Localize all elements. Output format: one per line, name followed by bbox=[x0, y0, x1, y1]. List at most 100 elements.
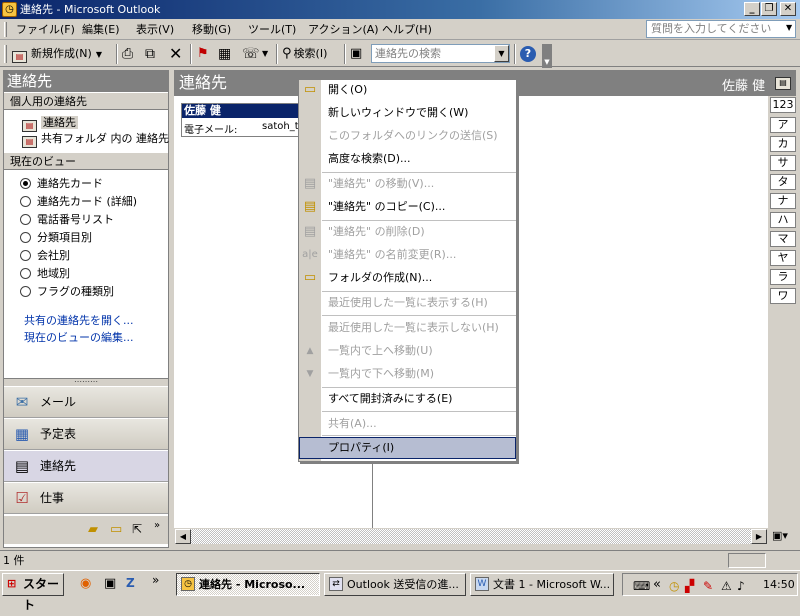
outlook-tray-icon[interactable]: ◷ bbox=[669, 576, 679, 597]
current-view-header[interactable]: 現在のビュー bbox=[4, 152, 168, 170]
menu-properties[interactable]: プロパティ(I) bbox=[328, 438, 394, 458]
customize-current-view-link[interactable]: 現在のビューの編集... bbox=[24, 330, 134, 346]
index-button-ya[interactable]: ヤ bbox=[770, 250, 796, 266]
print-icon[interactable]: ⎙ bbox=[122, 44, 133, 64]
configure-buttons-icon[interactable]: » bbox=[154, 520, 160, 531]
menu-copy-folder[interactable]: "連絡先" のコピー(C)... bbox=[328, 197, 445, 217]
menu-open[interactable]: 開く(O) bbox=[328, 80, 367, 100]
quicklaunch-more-icon[interactable]: » bbox=[152, 573, 159, 587]
index-button-sa[interactable]: サ bbox=[770, 155, 796, 171]
find-button[interactable]: ⚲ 検索(I) bbox=[282, 44, 327, 64]
menu-move-down[interactable]: 一覧内で下へ移動(M) bbox=[328, 364, 434, 384]
index-button-ra[interactable]: ラ bbox=[770, 269, 796, 285]
menubar-grip[interactable] bbox=[4, 22, 7, 37]
delete-icon[interactable]: ✕ bbox=[169, 44, 182, 64]
nav-button-tasks[interactable]: ☑ 仕事 bbox=[4, 482, 168, 514]
menu-add-to-favorites[interactable]: 最近使用した一覧に表示する(H) bbox=[328, 293, 488, 313]
folder-list-icon[interactable]: ▭ bbox=[110, 522, 122, 537]
horizontal-scrollbar[interactable] bbox=[174, 528, 768, 545]
tray-expand-icon[interactable]: « bbox=[653, 574, 661, 595]
toolbar-options-arrow-icon[interactable]: ▼ bbox=[542, 44, 552, 68]
view-phone-list[interactable]: 電話番号リスト bbox=[20, 212, 114, 228]
menu-actions[interactable]: アクション(A) bbox=[308, 22, 379, 38]
view-by-location[interactable]: 地域別 bbox=[20, 266, 70, 282]
categorize-icon[interactable]: ▦ bbox=[218, 44, 231, 64]
close-button[interactable]: ✕ bbox=[780, 2, 796, 16]
nav-button-contacts[interactable]: ▤ 連絡先 bbox=[4, 450, 168, 482]
index-button-na[interactable]: ナ bbox=[770, 193, 796, 209]
volume-icon[interactable]: ♪ bbox=[737, 576, 745, 597]
dial-icon[interactable]: ☏ bbox=[242, 44, 260, 64]
shortcuts-icon[interactable]: ⇱ bbox=[132, 522, 142, 536]
task-word-document[interactable]: W 文書 1 - Microsoft W... bbox=[470, 573, 614, 596]
contact-search-dropdown-arrow-icon[interactable]: ▼ bbox=[494, 45, 509, 62]
quicklaunch-app-icon[interactable]: Z bbox=[126, 576, 135, 590]
menu-delete-folder[interactable]: "連絡先" の削除(D) bbox=[328, 222, 425, 242]
index-button-a[interactable]: ア bbox=[770, 117, 796, 133]
move-to-folder-icon[interactable]: ⧉ bbox=[145, 44, 155, 64]
network-icon[interactable]: ⚠ bbox=[721, 576, 732, 597]
menu-move-up[interactable]: 一覧内で上へ移動(U) bbox=[328, 341, 433, 361]
clock[interactable]: 14:50 bbox=[763, 574, 795, 595]
menu-mark-all-read[interactable]: すべて開封済みにする(E) bbox=[328, 389, 452, 409]
scroll-left-arrow-icon[interactable]: ◀ bbox=[175, 529, 191, 544]
menu-move-folder[interactable]: "連絡先" の移動(V)... bbox=[328, 174, 434, 194]
menu-remove-from-favorites[interactable]: 最近使用した一覧に表示しない(H) bbox=[328, 318, 499, 338]
index-button-ma[interactable]: マ bbox=[770, 231, 796, 247]
open-shared-contacts-link[interactable]: 共有の連絡先を開く... bbox=[24, 313, 134, 329]
index-button-ha[interactable]: ハ bbox=[770, 212, 796, 228]
my-contacts-header[interactable]: 個人用の連絡先 bbox=[4, 92, 168, 110]
firefox-icon[interactable]: ◉ bbox=[80, 576, 91, 591]
antivirus-icon[interactable]: ✎ bbox=[703, 576, 713, 597]
index-button-wa[interactable]: ワ bbox=[770, 288, 796, 304]
ime-icon[interactable]: ▞ bbox=[685, 576, 694, 597]
task-outlook-send-receive[interactable]: ⇄ Outlook 送受信の進... bbox=[324, 573, 466, 596]
menu-help[interactable]: ヘルプ(H) bbox=[382, 22, 432, 38]
view-detailed-address-cards[interactable]: 連絡先カード (詳細) bbox=[20, 194, 137, 210]
address-book-icon[interactable]: ▣ bbox=[350, 44, 362, 64]
menu-advanced-find[interactable]: 高度な検索(D)... bbox=[328, 149, 411, 169]
folder-contacts[interactable]: ▤ 連絡先 bbox=[22, 115, 78, 132]
contact-card-name[interactable]: 佐藤 健 bbox=[182, 104, 300, 118]
reading-pane-options-icon[interactable]: ▣▾ bbox=[772, 529, 788, 542]
outlook-app-icon[interactable]: ◷ bbox=[2, 2, 17, 17]
dial-dropdown-arrow-icon[interactable]: ▼ bbox=[262, 44, 268, 64]
scroll-right-arrow-icon[interactable]: ▶ bbox=[751, 529, 767, 544]
menu-send-link[interactable]: このフォルダへのリンクの送信(S) bbox=[328, 126, 498, 146]
menu-go[interactable]: 移動(G) bbox=[192, 22, 231, 38]
menu-view[interactable]: 表示(V) bbox=[136, 22, 174, 38]
menu-sharing[interactable]: 共有(A)... bbox=[328, 414, 377, 434]
view-address-cards[interactable]: 連絡先カード bbox=[20, 176, 103, 192]
nav-button-calendar[interactable]: ▦ 予定表 bbox=[4, 418, 168, 450]
nav-button-mail[interactable]: ✉ メール bbox=[4, 386, 168, 418]
new-dropdown-arrow-icon[interactable]: ▼ bbox=[96, 50, 102, 59]
keyboard-icon[interactable]: ⌨ bbox=[633, 576, 650, 597]
menu-open-new-window[interactable]: 新しいウィンドウで開く(W) bbox=[328, 103, 468, 123]
flag-icon[interactable]: ⚑ bbox=[197, 44, 209, 64]
new-button[interactable]: ▤ 新規作成(N) ▼ bbox=[12, 44, 102, 64]
help-question-input[interactable]: 質問を入力してください bbox=[646, 20, 796, 38]
index-button-ta[interactable]: タ bbox=[770, 174, 796, 190]
menu-file[interactable]: ファイル(F) bbox=[16, 22, 75, 38]
view-by-category[interactable]: 分類項目別 bbox=[20, 230, 92, 246]
view-by-follow-up-flag[interactable]: フラグの種類別 bbox=[20, 284, 114, 300]
menu-tools[interactable]: ツール(T) bbox=[248, 22, 296, 38]
toolbar-grip[interactable] bbox=[4, 45, 7, 63]
help-dropdown-arrow-icon[interactable]: ▼ bbox=[786, 23, 792, 32]
index-button-ka[interactable]: カ bbox=[770, 136, 796, 152]
menu-rename-folder[interactable]: "連絡先" の名前変更(R)... bbox=[328, 245, 456, 265]
help-icon[interactable]: ? bbox=[520, 46, 536, 62]
folder-shared-contacts[interactable]: ▤ 共有フォルダ 内の 連絡先 bbox=[22, 131, 169, 148]
column-divider[interactable] bbox=[372, 460, 373, 528]
minimize-button[interactable]: _ bbox=[744, 2, 760, 16]
index-button-123[interactable]: 123 bbox=[770, 97, 796, 113]
view-by-company[interactable]: 会社別 bbox=[20, 248, 70, 264]
menu-edit[interactable]: 編集(E) bbox=[82, 22, 120, 38]
notes-icon[interactable]: ▰ bbox=[88, 522, 98, 537]
menu-new-folder[interactable]: フォルダの作成(N)... bbox=[328, 268, 432, 288]
contact-search-input[interactable]: 連絡先の検索 bbox=[371, 44, 510, 63]
task-outlook-contacts[interactable]: ◷ 連絡先 - Microso... bbox=[176, 573, 320, 596]
start-button[interactable]: ⊞ スタート bbox=[2, 573, 64, 612]
show-desktop-icon[interactable]: ▣ bbox=[104, 576, 116, 591]
nav-pane-splitter[interactable]: ⋯⋯⋯ bbox=[4, 378, 168, 386]
